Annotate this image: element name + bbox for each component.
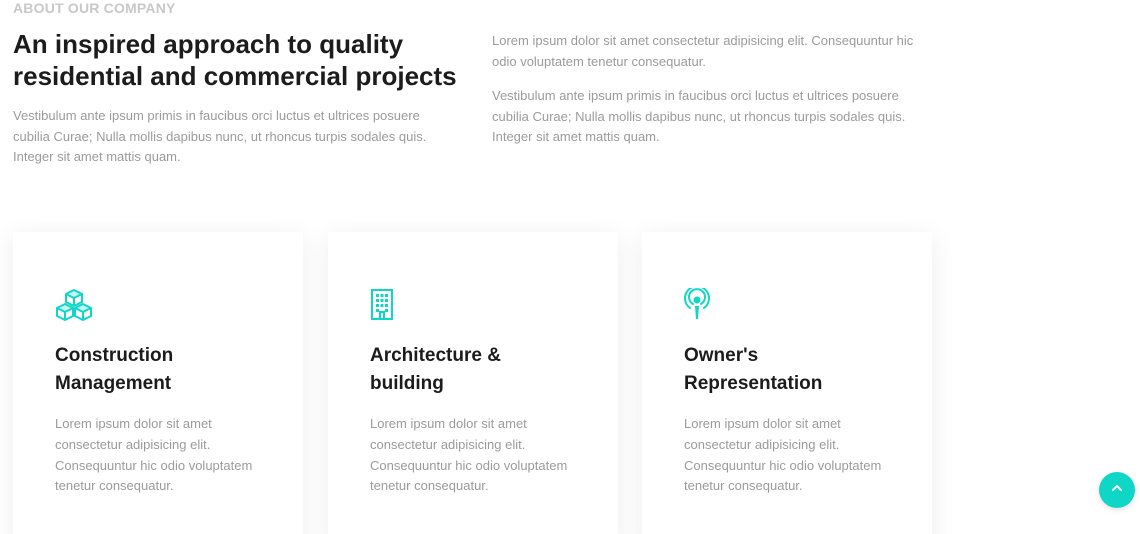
right-paragraph-1: Lorem ipsum dolor sit amet consectetur a… [492, 33, 914, 69]
cubes-icon [55, 288, 93, 322]
about-section: ABOUT OUR COMPANY An inspired approach t… [0, 0, 1140, 534]
service-description: Lorem ipsum dolor sit amet consectetur a… [684, 416, 882, 494]
service-description: Lorem ipsum dolor sit amet consectetur a… [55, 416, 253, 494]
service-title: Construction Management [55, 345, 174, 394]
service-card-owners-representation: Owner's Representation Lorem ipsum dolor… [642, 232, 932, 534]
chevron-up-icon [1110, 481, 1124, 500]
service-title: Owner's Representation [684, 345, 823, 394]
service-card-construction: Construction Management Lorem ipsum dolo… [13, 232, 303, 534]
intro-paragraph: Vestibulum ante ipsum primis in faucibus… [13, 108, 427, 164]
podcast-icon [684, 288, 722, 322]
scroll-to-top-button[interactable] [1099, 472, 1135, 508]
service-card-architecture: Architecture & building Lorem ipsum dolo… [328, 232, 618, 534]
right-column: Lorem ipsum dolor sit amet consectetur a… [492, 31, 932, 148]
section-eyebrow: ABOUT OUR COMPANY [13, 0, 176, 16]
right-paragraph-2: Vestibulum ante ipsum primis in faucibus… [492, 88, 906, 144]
service-description: Lorem ipsum dolor sit amet consectetur a… [370, 416, 568, 494]
service-title: Architecture & building [370, 345, 501, 394]
section-headline: An inspired approach to quality resident… [13, 29, 457, 91]
building-icon [370, 288, 408, 322]
